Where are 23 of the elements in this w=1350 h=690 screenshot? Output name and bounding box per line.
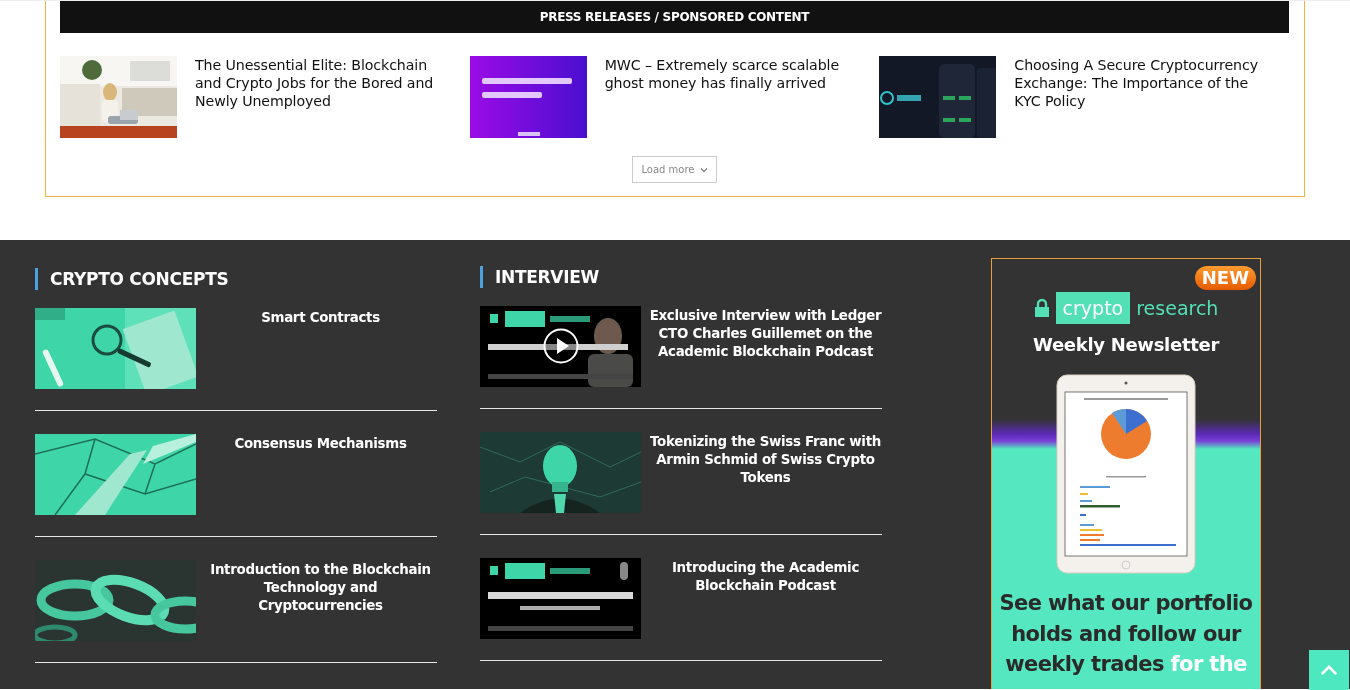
new-badge: NEW — [1194, 266, 1256, 290]
article-link[interactable]: Tokenizing the Swiss Franc with Armin Schmid of Swiss Crypto Tokens — [649, 433, 882, 534]
logo-word: research — [1136, 297, 1219, 319]
chevron-up-icon — [1320, 664, 1338, 676]
logo-word: crypto — [1055, 292, 1131, 324]
article-link[interactable]: Exclusive Interview with Ledger CTO Charles Guillemet on the Academic Blockchain Podcast — [649, 307, 882, 408]
section-heading: INTERVIEW — [480, 266, 882, 288]
section-title-bar: PRESS RELEASES / SPONSORED CONTENT — [60, 1, 1289, 33]
play-icon[interactable] — [543, 328, 579, 364]
load-more-button[interactable]: Load more — [632, 156, 717, 183]
article-link[interactable]: MWC – Extremely scarce scalable ghost money has finally arrived — [604, 56, 855, 92]
article-link[interactable]: Consensus Mechanisms — [204, 435, 437, 536]
article-link[interactable]: Choosing A Secure Cryptocurrency Exchange: The Importance of the KYC Policy — [1014, 56, 1265, 110]
lock-icon — [1033, 298, 1050, 318]
ad-headline: See what our portfolio holds and follow our weekly trades for the — [998, 590, 1254, 678]
newsletter-ad[interactable]: NEW crypto research Weekly Newsletter See what our portfolio holds and follow our weekly trades for the — [991, 258, 1261, 689]
article-link[interactable]: Smart Contracts — [204, 309, 437, 410]
ad-subtitle: Weekly Newsletter — [1033, 334, 1219, 355]
article-link[interactable]: Introduction to the Blockchain Technology and Cryptocurrencies — [204, 561, 437, 662]
caret-icon — [699, 166, 708, 173]
section-heading: CRYPTO CONCEPTS — [35, 268, 437, 290]
article-link[interactable]: The Unessential Elite: Blockchain and Crypto Jobs for the Bored and Newly Unemployed — [195, 56, 445, 110]
article-link[interactable]: Introducing the Academic Blockchain Podcast — [649, 559, 882, 660]
